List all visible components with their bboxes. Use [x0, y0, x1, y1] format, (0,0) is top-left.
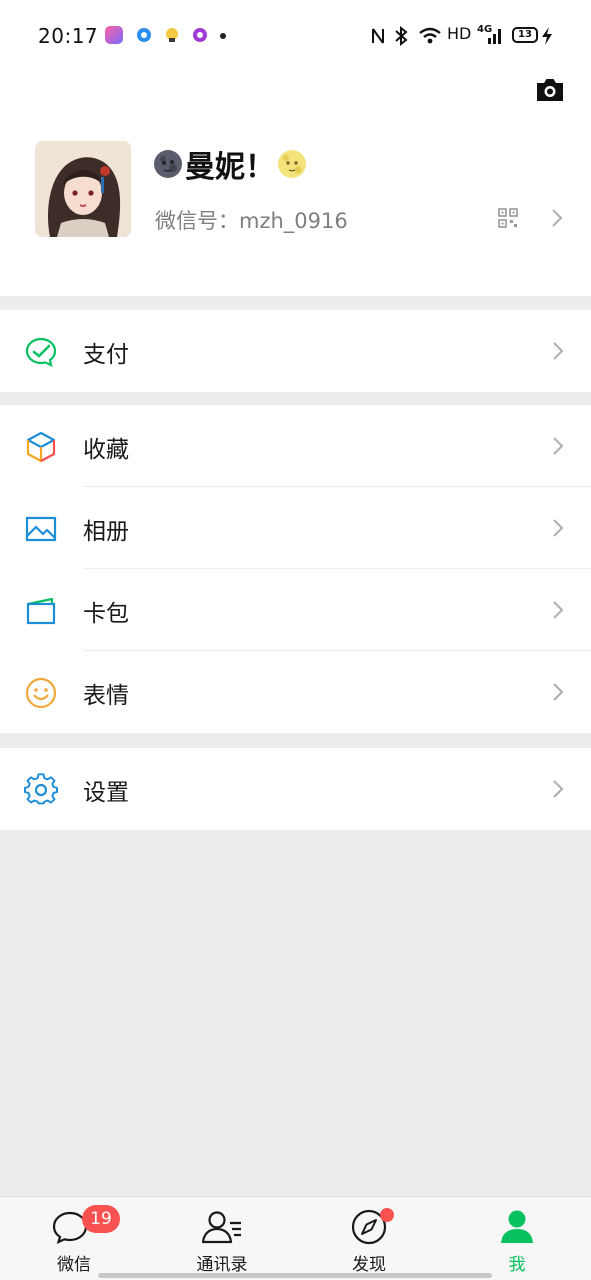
profile-chevron-right-icon[interactable] [550, 207, 564, 229]
status-bar: 20:17 HD 4G 13 [0, 0, 591, 72]
menu-item-label: 收藏 [83, 437, 129, 463]
menu-item-label: 支付 [83, 342, 129, 368]
new-content-dot [380, 1208, 394, 1222]
nfc-icon [372, 28, 384, 44]
nickname: 曼妮！ [185, 150, 275, 185]
status-time: 20:17 [38, 24, 99, 48]
profile-header[interactable]: 曼妮！ 微信号：mzh_0916 [0, 72, 591, 296]
menu-item-label: 卡包 [83, 601, 129, 627]
pay-icon [25, 337, 57, 367]
menu-group-settings: 设置 [0, 748, 591, 830]
notification-dot [220, 33, 226, 39]
menu-item-album[interactable]: 相册 [0, 487, 591, 569]
tab-discover[interactable]: 发现 [295, 1197, 443, 1280]
menu-group-collections: 收藏 相册 卡包 表情 [0, 405, 591, 733]
nickname-row: 曼妮！ [153, 144, 307, 185]
menu-item-label: 表情 [83, 683, 129, 709]
menu-item-card-wallet[interactable]: 卡包 [0, 569, 591, 651]
menu-item-pay[interactable]: 支付 [0, 310, 591, 392]
menu-item-settings[interactable]: 设置 [0, 748, 591, 830]
bluetooth-icon [395, 26, 408, 46]
app-icon-blue [135, 26, 153, 44]
unread-badge: 19 [82, 1205, 120, 1233]
tab-label: 发现 [352, 1255, 386, 1275]
gear-icon [24, 773, 58, 805]
app-icon-purple [191, 26, 209, 44]
tab-label: 通讯录 [196, 1255, 248, 1275]
charging-bolt-icon [542, 27, 552, 45]
tab-contacts[interactable]: 通讯录 [148, 1197, 296, 1280]
chevron-right-icon [553, 780, 564, 798]
menu-item-label: 相册 [83, 519, 129, 545]
battery-indicator: 13 [512, 27, 538, 43]
wifi-icon [419, 27, 441, 44]
chevron-right-icon [553, 683, 564, 701]
wechat-id: 微信号：mzh_0916 [155, 209, 348, 233]
home-indicator [98, 1273, 492, 1278]
app-icon-yellow [163, 26, 181, 44]
menu-item-favorites[interactable]: 收藏 [0, 405, 591, 487]
tab-label: 微信 [57, 1255, 91, 1275]
chevron-right-icon [553, 437, 564, 455]
tab-me[interactable]: 我 [443, 1197, 591, 1280]
smiley-icon [25, 677, 57, 709]
new-moon-face-emoji [154, 150, 182, 178]
camera-icon[interactable] [534, 76, 566, 104]
bottom-tab-bar: 19 微信 通讯录 发现 我 [0, 1196, 591, 1280]
contacts-icon [202, 1211, 241, 1244]
tab-label: 我 [508, 1255, 526, 1275]
avatar[interactable] [35, 141, 131, 237]
chevron-right-icon [553, 342, 564, 360]
favorites-cube-icon [26, 431, 56, 463]
wechat-me-screen: 20:17 HD 4G 13 曼妮！ 微信号：mzh_0916 支付 收藏 相册… [0, 0, 591, 1280]
tab-chats[interactable]: 19 微信 [0, 1197, 148, 1280]
album-icon [25, 516, 57, 542]
chevron-right-icon [553, 519, 564, 537]
menu-item-label: 设置 [83, 780, 129, 806]
hd-label: HD [447, 24, 472, 43]
menu-group-pay: 支付 [0, 310, 591, 392]
full-moon-face-emoji [278, 150, 306, 178]
me-person-icon [501, 1210, 533, 1243]
card-wallet-icon [26, 597, 56, 625]
menu-item-stickers[interactable]: 表情 [0, 651, 591, 733]
chevron-right-icon [553, 601, 564, 619]
signal-icon [488, 29, 501, 44]
qr-code-icon[interactable] [498, 208, 518, 228]
app-icon-pink [105, 26, 123, 44]
